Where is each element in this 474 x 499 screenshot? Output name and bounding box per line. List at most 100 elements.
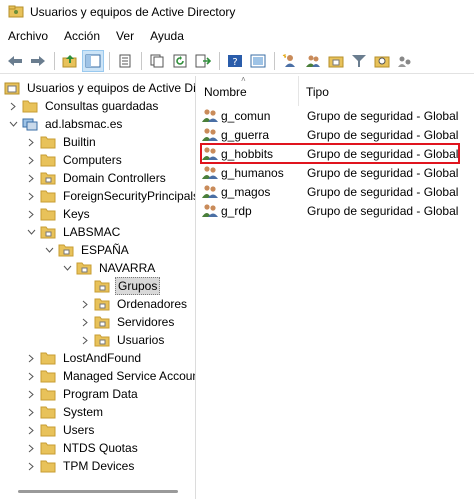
- list-item[interactable]: g_magos Grupo de seguridad - Global: [201, 182, 459, 201]
- folder-icon: [40, 207, 56, 221]
- tree-label: ad.labsmac.es: [45, 117, 123, 131]
- list-item-highlighted[interactable]: g_hobbits Grupo de seguridad - Global: [200, 143, 460, 164]
- menu-archivo[interactable]: Archivo: [0, 26, 56, 46]
- tree-item-ordenadores[interactable]: Ordenadores: [80, 295, 189, 313]
- folder-icon: [40, 459, 56, 473]
- new-group-icon[interactable]: [302, 50, 324, 72]
- console-tree-toggle-icon[interactable]: [82, 49, 104, 72]
- chevron-down-icon[interactable]: [26, 223, 36, 241]
- ou-folder-icon: [94, 333, 110, 347]
- menu-ayuda[interactable]: Ayuda: [142, 26, 192, 46]
- chevron-right-icon[interactable]: [26, 133, 36, 151]
- column-header-tipo[interactable]: Tipo: [299, 76, 474, 106]
- forward-icon[interactable]: [27, 50, 49, 72]
- menu-bar: Archivo Acción Ver Ayuda: [0, 26, 474, 46]
- group-name: g_guerra: [221, 127, 270, 142]
- menu-accion[interactable]: Acción: [56, 26, 108, 46]
- tree-label: Consultas guardadas: [45, 99, 159, 113]
- chevron-right-icon[interactable]: [26, 367, 36, 385]
- properties-icon[interactable]: [114, 50, 136, 72]
- tree-item-fsp[interactable]: ForeignSecurityPrincipals: [26, 187, 195, 205]
- tree-item-domain-controllers[interactable]: Domain Controllers: [26, 169, 168, 187]
- chevron-right-icon[interactable]: [26, 187, 36, 205]
- horizontal-scrollbar[interactable]: [18, 490, 178, 493]
- export-list-icon[interactable]: [192, 50, 214, 72]
- chevron-right-icon[interactable]: [26, 457, 36, 475]
- tree-item-domain[interactable]: ad.labsmac.es: [8, 115, 124, 133]
- chevron-right-icon[interactable]: [26, 385, 36, 403]
- tree-item-consultas[interactable]: Consultas guardadas: [8, 97, 160, 115]
- tree-item-navarra[interactable]: NAVARRA: [62, 259, 157, 277]
- chevron-right-icon[interactable]: [26, 151, 36, 169]
- chevron-right-icon[interactable]: [26, 169, 36, 187]
- back-icon[interactable]: [4, 50, 26, 72]
- mmc-pane-icon[interactable]: [247, 50, 269, 72]
- tree-item-system[interactable]: System: [26, 403, 105, 421]
- title-bar: Usuarios y equipos de Active Directory: [0, 0, 474, 24]
- refresh-icon[interactable]: [169, 50, 191, 72]
- tree-item-tpm-devices[interactable]: TPM Devices: [26, 457, 136, 475]
- tree-item-servidores[interactable]: Servidores: [80, 313, 176, 331]
- security-group-icon: [201, 184, 219, 200]
- tree-item-lostandfound[interactable]: LostAndFound: [26, 349, 143, 367]
- tree-item-computers[interactable]: Computers: [26, 151, 124, 169]
- filter-icon[interactable]: [348, 50, 370, 72]
- chevron-right-icon[interactable]: [26, 439, 36, 457]
- toolbar-separator: [219, 51, 220, 70]
- folder-icon: [40, 189, 56, 203]
- list-item[interactable]: g_guerra Grupo de seguridad - Global: [201, 125, 459, 144]
- tree-label: NAVARRA: [99, 261, 156, 275]
- details-pane: ˄ Nombre Tipo g_comun Grupo de seguridad…: [197, 76, 474, 499]
- toolbar-separator: [109, 51, 110, 70]
- security-group-icon: [201, 127, 219, 143]
- list-item[interactable]: g_humanos Grupo de seguridad - Global: [201, 163, 459, 182]
- chevron-right-icon[interactable]: [8, 97, 18, 115]
- chevron-down-icon[interactable]: [8, 115, 18, 133]
- chevron-right-icon[interactable]: [26, 403, 36, 421]
- tree-item-msa[interactable]: Managed Service Accounts: [26, 367, 196, 385]
- group-type: Grupo de seguridad - Global: [307, 203, 459, 218]
- find-icon[interactable]: [371, 50, 393, 72]
- tree-label: Keys: [63, 207, 90, 221]
- copy-icon[interactable]: [146, 50, 168, 72]
- tree-item-users[interactable]: Users: [26, 421, 96, 439]
- tree-item-usuarios-ou[interactable]: Usuarios: [80, 331, 166, 349]
- tree-label: Usuarios: [117, 333, 165, 347]
- tree-item-ntds-quotas[interactable]: NTDS Quotas: [26, 439, 140, 457]
- folder-icon: [40, 441, 56, 455]
- chevron-down-icon[interactable]: [44, 241, 54, 259]
- tree-label: Program Data: [63, 387, 138, 401]
- chevron-down-icon[interactable]: [62, 259, 72, 277]
- chevron-right-icon[interactable]: [80, 313, 90, 331]
- group-name: g_rdp: [221, 203, 252, 218]
- tree-item-labsmac[interactable]: LABSMAC: [26, 223, 122, 241]
- tree-label: Builtin: [63, 135, 96, 149]
- tree-label: Managed Service Accounts: [63, 369, 196, 383]
- folder-icon: [40, 369, 56, 383]
- tree-label: TPM Devices: [63, 459, 135, 473]
- tree-item-builtin[interactable]: Builtin: [26, 133, 98, 151]
- new-user-icon[interactable]: [279, 50, 301, 72]
- new-ou-icon[interactable]: [325, 50, 347, 72]
- chevron-right-icon[interactable]: [26, 421, 36, 439]
- help-icon[interactable]: ?: [224, 50, 246, 72]
- tree-root[interactable]: Usuarios y equipos de Active Directory: [4, 79, 195, 97]
- ou-folder-icon: [94, 315, 110, 329]
- up-folder-icon[interactable]: [59, 50, 81, 72]
- list-item[interactable]: g_rdp Grupo de seguridad - Global: [201, 201, 459, 220]
- tree-item-espana[interactable]: ESPAÑA: [44, 241, 131, 259]
- chevron-right-icon[interactable]: [80, 295, 90, 313]
- ou-folder-icon: [40, 225, 56, 239]
- chevron-right-icon[interactable]: [26, 205, 36, 223]
- add-to-group-icon[interactable]: [394, 50, 416, 72]
- tree-item-program-data[interactable]: Program Data: [26, 385, 140, 403]
- domain-icon: [22, 117, 38, 131]
- menu-ver[interactable]: Ver: [108, 26, 142, 46]
- list-item[interactable]: g_comun Grupo de seguridad - Global: [201, 106, 459, 125]
- column-header-nombre[interactable]: ˄ Nombre: [197, 76, 299, 106]
- tree-item-grupos[interactable]: Grupos: [94, 277, 161, 295]
- chevron-right-icon[interactable]: [80, 331, 90, 349]
- chevron-right-icon[interactable]: [26, 349, 36, 367]
- sort-ascending-icon: ˄: [241, 76, 246, 84]
- tree-item-keys[interactable]: Keys: [26, 205, 92, 223]
